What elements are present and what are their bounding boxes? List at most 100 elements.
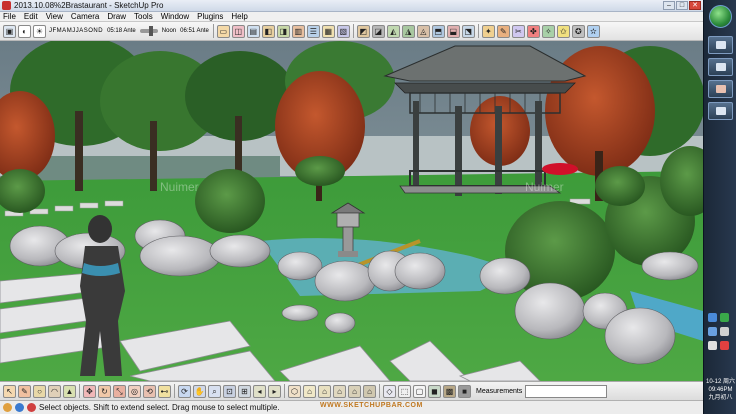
select-tool-icon[interactable]: ↖ xyxy=(3,384,16,398)
shadow-month-strip[interactable]: J F M A M J J A S O N D xyxy=(49,28,103,34)
model-viewport[interactable]: Nuimer Nuimer xyxy=(0,41,703,381)
offset-tool-icon[interactable]: ◎ xyxy=(128,384,141,398)
system-tray xyxy=(707,310,734,352)
taskbar-app-1[interactable] xyxy=(708,36,733,54)
wireframe-style-icon[interactable]: ⬚ xyxy=(398,384,411,398)
stamp-icon[interactable]: ⬓ xyxy=(446,24,460,38)
credits-icon[interactable] xyxy=(15,403,24,412)
weld-icon[interactable]: ✧ xyxy=(541,24,555,38)
right-view-icon[interactable]: ⌂ xyxy=(333,384,346,398)
terrain-icon[interactable]: ◮ xyxy=(401,24,415,38)
plugin-b-icon[interactable]: ✫ xyxy=(586,24,600,38)
pencil-tool-icon[interactable]: ✎ xyxy=(18,384,31,398)
shadow-time-slider[interactable] xyxy=(139,26,158,36)
solid-icon[interactable]: ◪ xyxy=(371,24,385,38)
contour-icon[interactable]: ◬ xyxy=(416,24,430,38)
window-controls: – □ ✕ xyxy=(663,1,701,10)
camera-settings-icon[interactable]: ▣ xyxy=(3,24,16,38)
shadow-settings-icon[interactable]: ☀ xyxy=(33,24,46,38)
move-tool-icon[interactable]: ✥ xyxy=(83,384,96,398)
paint-bucket-icon[interactable]: ▤ xyxy=(246,24,260,38)
menu-bar: File Edit View Camera Draw Tools Window … xyxy=(0,12,703,22)
shadows-toggle-icon[interactable]: ◐ xyxy=(18,24,31,38)
toolbar-separator xyxy=(477,24,479,38)
rotate-tool-icon[interactable]: ↻ xyxy=(98,384,111,398)
sketchup-window: 2013.10.08%2Brastaurant - SketchUp Pro –… xyxy=(0,0,736,414)
front-view-icon[interactable]: ⌂ xyxy=(318,384,331,398)
tray-volume-icon[interactable] xyxy=(708,341,717,350)
menu-plugins[interactable]: Plugins xyxy=(197,12,223,21)
scene-icon[interactable]: ▦ xyxy=(321,24,335,38)
tray-help-icon[interactable] xyxy=(708,327,717,336)
component-icon[interactable]: ◧ xyxy=(261,24,275,38)
title-bar: 2013.10.08%2Brastaurant - SketchUp Pro –… xyxy=(0,0,703,12)
outliner-icon[interactable]: ☰ xyxy=(306,24,320,38)
tray-app-icon[interactable] xyxy=(708,313,717,322)
menu-tools[interactable]: Tools xyxy=(134,12,153,21)
next-view-icon[interactable]: ▸ xyxy=(268,384,281,398)
shaded-style-icon[interactable]: ◼ xyxy=(428,384,441,398)
help-icon[interactable] xyxy=(27,403,36,412)
taskbar-app-4[interactable] xyxy=(708,102,733,120)
sandbox-icon[interactable]: ◭ xyxy=(386,24,400,38)
shadow-time-noon: Noon xyxy=(161,28,177,34)
rectangle-tool-icon[interactable]: ▭ xyxy=(216,24,230,38)
clock-line-3: 九月初八 xyxy=(708,395,733,401)
close-button[interactable]: ✕ xyxy=(689,1,701,10)
eraser-tool-icon[interactable]: ◫ xyxy=(231,24,245,38)
xray-style-icon[interactable]: ◇ xyxy=(383,384,396,398)
back-view-icon[interactable]: ⌂ xyxy=(348,384,361,398)
menu-edit[interactable]: Edit xyxy=(24,12,38,21)
taskbar-app-3[interactable] xyxy=(708,80,733,98)
window-title: 2013.10.08%2Brastaurant - SketchUp Pro xyxy=(14,1,164,10)
tray-network-icon[interactable] xyxy=(720,327,730,336)
menu-help[interactable]: Help xyxy=(231,12,247,21)
tray-security-icon[interactable] xyxy=(720,313,730,322)
menu-file[interactable]: File xyxy=(3,12,16,21)
menu-draw[interactable]: Draw xyxy=(107,12,126,21)
minimize-button[interactable]: – xyxy=(663,1,675,10)
plugin-a-icon[interactable]: ✪ xyxy=(571,24,585,38)
group-icon[interactable]: ◨ xyxy=(276,24,290,38)
texture-icon[interactable]: ▧ xyxy=(336,24,350,38)
left-view-icon[interactable]: ⌂ xyxy=(363,384,376,398)
box-icon[interactable]: ◩ xyxy=(356,24,370,38)
tape-measure-icon[interactable]: ⊷ xyxy=(158,384,171,398)
scissors-icon[interactable]: ✂ xyxy=(511,24,525,38)
zoom-extents-icon[interactable]: ⊞ xyxy=(238,384,251,398)
monochrome-style-icon[interactable]: ■ xyxy=(458,384,471,398)
maximize-button[interactable]: □ xyxy=(676,1,688,10)
geo-location-icon[interactable] xyxy=(3,403,12,412)
menu-window[interactable]: Window xyxy=(161,12,189,21)
toolbar-separator xyxy=(212,24,214,38)
scale-tool-icon[interactable]: ⤡ xyxy=(113,384,126,398)
measurements-input[interactable] xyxy=(525,384,608,398)
drape-icon[interactable]: ⬒ xyxy=(431,24,445,38)
color-icon[interactable]: ✤ xyxy=(526,24,540,38)
circle-tool-icon[interactable]: ○ xyxy=(33,384,46,398)
orbit-tool-icon[interactable]: ⟳ xyxy=(178,384,191,398)
flip-edge-icon[interactable]: ⬔ xyxy=(461,24,475,38)
pin-icon[interactable]: ✦ xyxy=(481,24,495,38)
push-pull-icon[interactable]: ▲ xyxy=(63,384,76,398)
tray-alert-icon[interactable] xyxy=(720,341,730,350)
zoom-tool-icon[interactable]: ⌕ xyxy=(208,384,221,398)
hidden-line-style-icon[interactable]: ▢ xyxy=(413,384,426,398)
menu-camera[interactable]: Camera xyxy=(71,12,99,21)
previous-view-icon[interactable]: ◂ xyxy=(253,384,266,398)
taskbar-app-2[interactable] xyxy=(708,58,733,76)
follow-me-icon[interactable]: ⟲ xyxy=(143,384,156,398)
iso-view-icon[interactable]: ⬡ xyxy=(288,384,301,398)
zoom-window-icon[interactable]: ⊡ xyxy=(223,384,236,398)
start-button[interactable] xyxy=(709,5,732,28)
layer-icon[interactable]: ▥ xyxy=(291,24,305,38)
textured-style-icon[interactable]: ▩ xyxy=(443,384,456,398)
top-view-icon[interactable]: ⌂ xyxy=(303,384,316,398)
menu-view[interactable]: View xyxy=(46,12,63,21)
viewport-watermark-left: Nuimer xyxy=(160,180,199,194)
pan-tool-icon[interactable]: ✋ xyxy=(193,384,206,398)
edit-icon[interactable]: ✎ xyxy=(496,24,510,38)
arc-tool-icon[interactable]: ◠ xyxy=(48,384,61,398)
taskbar-clock[interactable]: 10-12 周六 09:46PM 九月初八 xyxy=(704,378,736,402)
magic-icon[interactable]: ✩ xyxy=(556,24,570,38)
